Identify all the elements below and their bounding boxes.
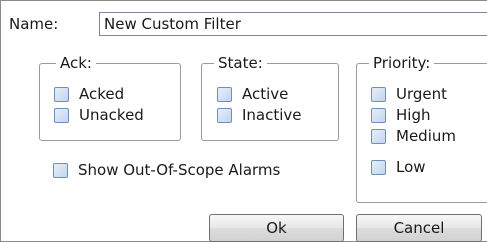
ack-option-acked[interactable]: Acked	[54, 84, 124, 104]
high-label: High	[396, 106, 431, 124]
high-checkbox[interactable]	[371, 107, 386, 123]
active-checkbox[interactable]	[217, 86, 232, 102]
cancel-button[interactable]: Cancel	[356, 214, 482, 242]
ack-group-legend: Ack:	[56, 53, 96, 73]
state-option-inactive[interactable]: Inactive	[217, 105, 302, 125]
custom-filter-dialog: Name: Ack: Acked Unacked State: Active I…	[0, 0, 487, 242]
name-input[interactable]	[99, 12, 487, 36]
medium-checkbox[interactable]	[371, 128, 386, 144]
active-label: Active	[242, 85, 289, 103]
out-of-scope-option[interactable]: Show Out-Of-Scope Alarms	[53, 160, 280, 180]
urgent-label: Urgent	[396, 85, 448, 103]
medium-label: Medium	[396, 127, 456, 145]
name-label: Name:	[9, 15, 59, 33]
unacked-checkbox[interactable]	[54, 107, 69, 123]
out-of-scope-label: Show Out-Of-Scope Alarms	[78, 161, 281, 179]
priority-group-legend: Priority:	[369, 53, 435, 73]
low-label: Low	[396, 158, 426, 176]
priority-option-low[interactable]: Low	[371, 157, 426, 177]
ack-option-unacked[interactable]: Unacked	[54, 105, 144, 125]
acked-checkbox[interactable]	[54, 86, 69, 102]
priority-option-high[interactable]: High	[371, 105, 430, 125]
priority-option-medium[interactable]: Medium	[371, 126, 456, 146]
inactive-label: Inactive	[242, 106, 302, 124]
ok-button[interactable]: Ok	[209, 214, 344, 242]
unacked-label: Unacked	[79, 106, 144, 124]
out-of-scope-checkbox[interactable]	[53, 162, 68, 178]
state-option-active[interactable]: Active	[217, 84, 288, 104]
inactive-checkbox[interactable]	[217, 107, 232, 123]
priority-option-urgent[interactable]: Urgent	[371, 84, 447, 104]
acked-label: Acked	[79, 85, 125, 103]
urgent-checkbox[interactable]	[371, 86, 386, 102]
low-checkbox[interactable]	[371, 159, 386, 175]
state-group-legend: State:	[214, 53, 267, 73]
